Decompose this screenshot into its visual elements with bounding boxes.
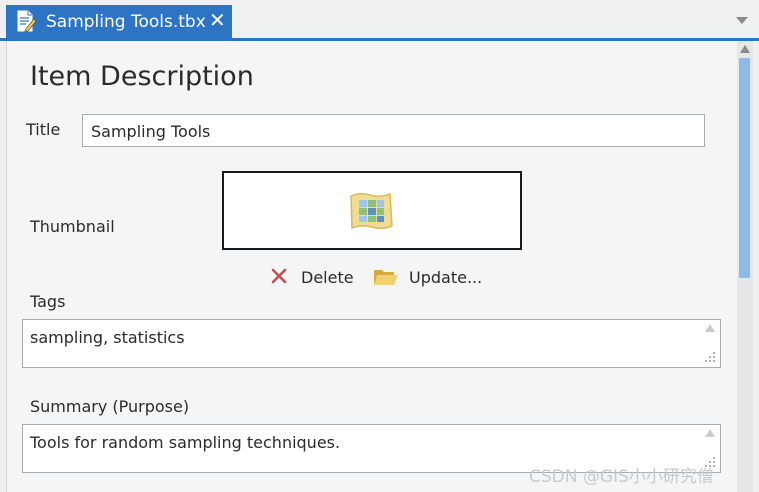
tags-value: sampling, statistics: [30, 328, 185, 347]
tab-list-dropdown-icon[interactable]: [736, 17, 748, 24]
watermark: CSDN @GIS小小研究僧: [529, 467, 714, 487]
update-label: Update...: [409, 267, 483, 287]
delete-label: Delete: [301, 267, 354, 287]
close-tab-button[interactable]: ✕: [209, 8, 226, 32]
tab-label: Sampling Tools.tbx: [46, 12, 206, 32]
folder-open-icon: [373, 266, 399, 288]
scroll-up-arrow-icon[interactable]: [740, 45, 750, 53]
summary-label: Summary (Purpose): [30, 397, 190, 416]
resize-grip-icon[interactable]: [704, 351, 716, 363]
item-description-panel: Item Description Title Sampling Tools Th…: [6, 41, 737, 492]
tab-strip: Sampling Tools.tbx ✕: [0, 0, 759, 41]
vertical-scrollbar[interactable]: [737, 41, 753, 492]
thumbnail-label: Thumbnail: [30, 217, 115, 236]
tags-textarea[interactable]: sampling, statistics: [22, 319, 721, 368]
summary-value: Tools for random sampling techniques.: [30, 433, 341, 452]
textarea-scroll-up-icon[interactable]: [705, 429, 715, 437]
page-title: Item Description: [30, 61, 254, 92]
document-edit-icon: [15, 10, 37, 32]
title-label: Title: [26, 120, 61, 139]
tags-label: Tags: [30, 292, 66, 311]
red-x-icon: [269, 266, 291, 288]
update-thumbnail-button[interactable]: Update...: [373, 266, 482, 288]
thumbnail-preview[interactable]: [222, 171, 522, 250]
scrollbar-thumb[interactable]: [739, 58, 750, 278]
map-toolbox-icon: [350, 192, 393, 230]
tab-sampling-tools[interactable]: Sampling Tools.tbx ✕: [6, 5, 232, 38]
title-input[interactable]: Sampling Tools: [82, 114, 705, 147]
delete-thumbnail-button[interactable]: Delete: [269, 266, 354, 288]
textarea-scroll-up-icon[interactable]: [705, 324, 715, 332]
